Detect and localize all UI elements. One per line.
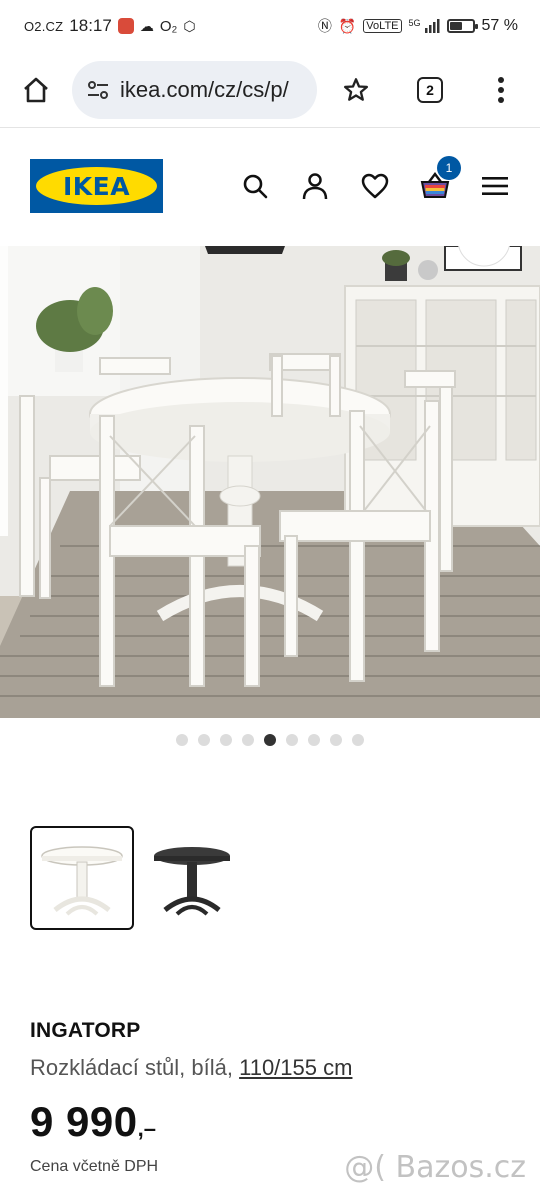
browser-toolbar: ikea.com/cz/cs/p/ 2 [0, 52, 540, 128]
alarm-icon: ⏰ [338, 17, 357, 34]
cart-count-badge: 1 [437, 156, 461, 180]
account-button[interactable] [297, 168, 333, 204]
tabs-icon: 2 [417, 76, 443, 103]
carousel-dot[interactable] [308, 734, 320, 746]
price-value: 9 990 [30, 1098, 138, 1145]
tab-count: 2 [426, 81, 434, 98]
variant-thumb-black[interactable] [140, 826, 244, 930]
logo-oval: IKEA [36, 167, 157, 205]
white-table-thumbnail [41, 846, 123, 916]
cart-button[interactable]: 1 [417, 156, 461, 204]
tabs-button[interactable]: 2 [395, 60, 465, 120]
heart-icon [361, 173, 389, 199]
carousel-dots[interactable] [0, 734, 540, 750]
product-type: Rozkládací stůl, bílá, [30, 1055, 233, 1080]
carousel-dot[interactable] [264, 734, 276, 746]
more-vert-icon [498, 76, 504, 103]
variant-thumb-white[interactable] [30, 826, 134, 930]
status-right: Ⓝ ⏰ VoLTE 5G 57 % [318, 16, 518, 36]
carousel-dot[interactable] [242, 734, 254, 746]
bazos-watermark: @( Bazos.cz [344, 1150, 526, 1185]
battery-level [449, 22, 463, 30]
carousel-dot[interactable] [220, 734, 232, 746]
star-icon [343, 77, 369, 101]
url-text: ikea.com/cz/cs/p/ [120, 76, 289, 102]
notification-app-icon [117, 18, 134, 34]
product-price: 9 990 ,– [30, 1098, 156, 1146]
vat-note: Cena včetně DPH [30, 1158, 159, 1175]
address-bar[interactable]: ikea.com/cz/cs/p/ [72, 60, 317, 119]
product-name: INGATORP [30, 1019, 141, 1042]
wishlist-button[interactable] [357, 168, 393, 204]
nfc-icon: Ⓝ [317, 18, 332, 34]
clock: 18:17 [69, 16, 112, 35]
status-left: O2.CZ 18:17 ☁ O₂ ⬡ [24, 16, 196, 36]
account-icon [302, 173, 328, 200]
logo-text: IKEA [62, 171, 131, 201]
signal-icon [424, 19, 440, 33]
volte-icon: VoLTE [363, 19, 402, 33]
battery-icon [446, 19, 478, 33]
shield-notification-icon: ⬡ [183, 17, 196, 34]
browser-menu-button[interactable] [465, 60, 537, 120]
status-bar: O2.CZ 18:17 ☁ O₂ ⬡ Ⓝ ⏰ VoLTE 5G 57 % [0, 0, 540, 52]
product-size-link[interactable]: 110/155 cm [239, 1055, 352, 1080]
carousel-dot[interactable] [352, 734, 364, 746]
site-settings-icon[interactable] [86, 78, 110, 102]
product-description: Rozkládací stůl, bílá, 110/155 cm [30, 1055, 352, 1081]
dining-room-photo [0, 246, 540, 718]
o2-icon: O₂ [159, 17, 178, 35]
carousel-dot[interactable] [286, 734, 298, 746]
search-button[interactable] [237, 168, 273, 204]
home-icon [24, 77, 48, 102]
menu-icon [482, 177, 508, 195]
menu-button[interactable] [477, 168, 513, 204]
home-button[interactable] [0, 60, 72, 120]
search-icon [243, 174, 268, 199]
carrier-label: O2.CZ [24, 18, 64, 34]
network-type-label: 5G [408, 18, 421, 28]
battery-percent: 57 % [481, 17, 518, 34]
bookmark-button[interactable] [317, 60, 395, 120]
price-suffix: ,– [137, 1116, 156, 1141]
product-hero-image[interactable] [0, 246, 540, 718]
carousel-dot[interactable] [176, 734, 188, 746]
site-header: IKEA 1 [0, 128, 540, 246]
cloud-icon: ☁ [139, 17, 154, 34]
carousel-dot[interactable] [330, 734, 342, 746]
carousel-dot[interactable] [198, 734, 210, 746]
ikea-logo[interactable]: IKEA [30, 159, 163, 213]
black-table-thumbnail [154, 847, 230, 916]
